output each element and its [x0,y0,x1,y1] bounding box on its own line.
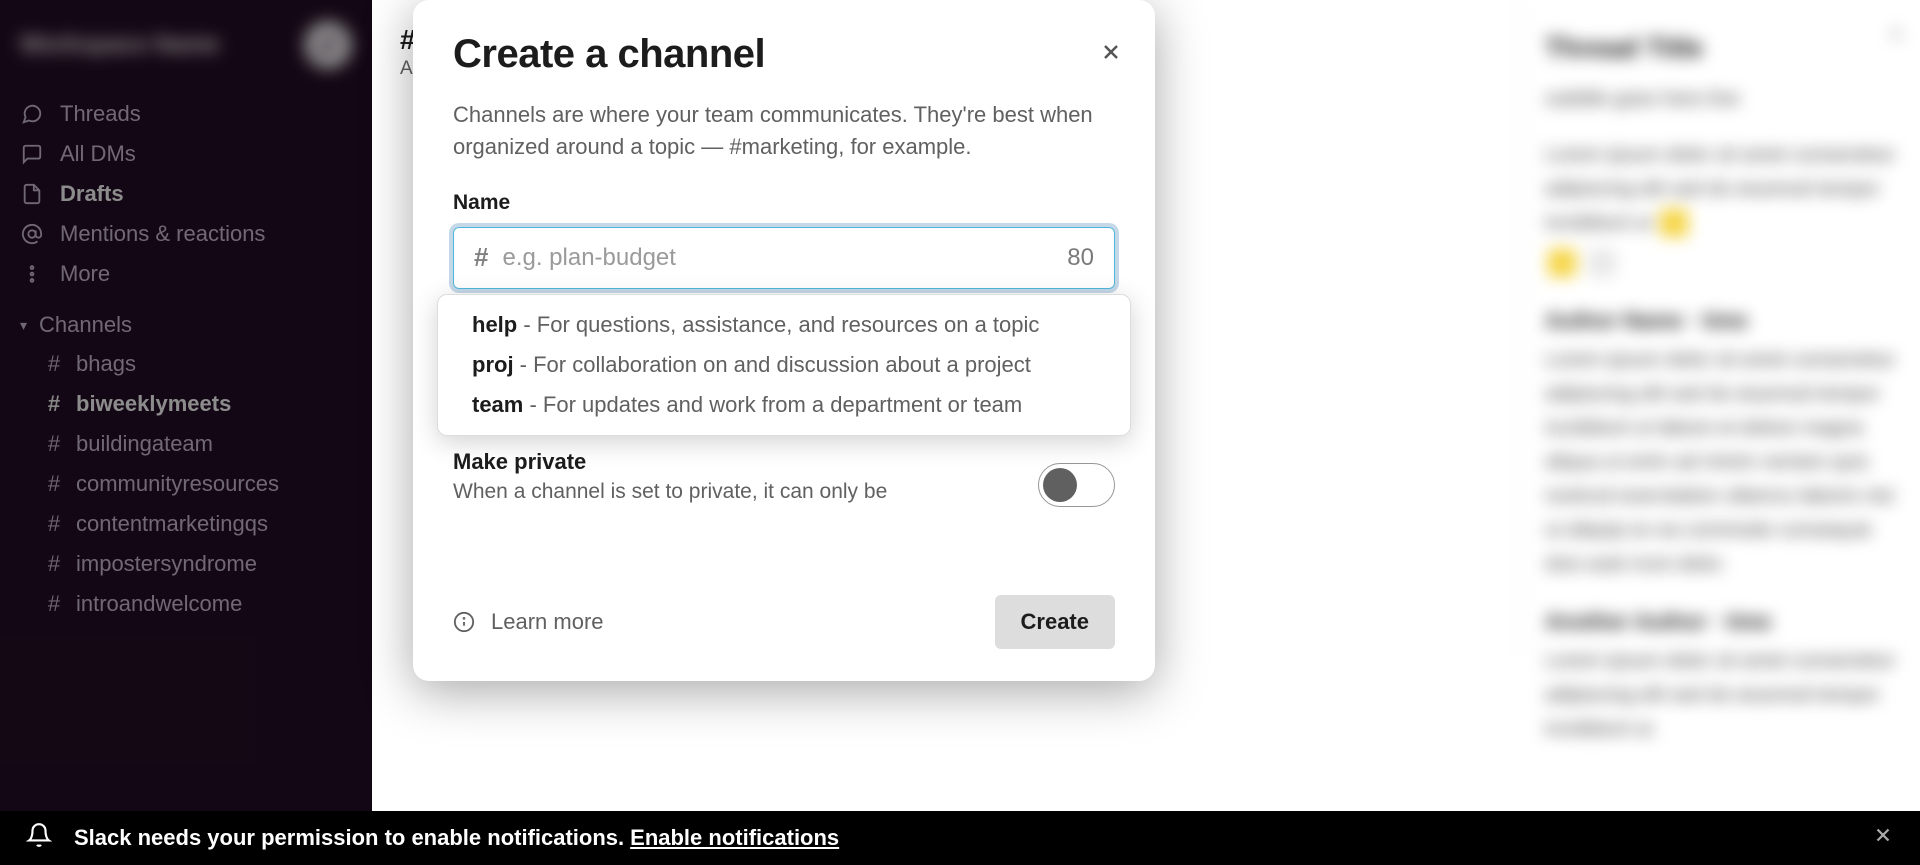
sidebar-channel-introandwelcome[interactable]: # introandwelcome [0,584,372,624]
nav-mentions-label: Mentions & reactions [60,221,265,247]
channel-label: impostersyndrome [76,551,257,577]
add-reaction-icon[interactable] [1588,249,1616,277]
modal-close-button[interactable] [1095,36,1127,68]
bell-icon [26,822,52,854]
enable-notifications-link[interactable]: Enable notifications [630,825,839,851]
hash-icon: # [474,242,488,273]
emoji-reaction-icon[interactable] [1548,249,1576,277]
emoji-icon [1660,209,1688,237]
name-field-label: Name [453,191,1115,215]
threads-icon [20,102,44,126]
hash-icon: # [46,351,62,377]
rp-text-2: Lorem ipsum dolor sit amet consectetur a… [1545,343,1896,581]
channel-label: communityresources [76,471,279,497]
close-icon [1872,824,1894,846]
sidebar-channel-communityresources[interactable]: # communityresources [0,464,372,504]
rp-author-1: Author Name · time [1545,302,1896,339]
modal-description: Channels are where your team communicate… [453,99,1115,163]
channel-label: contentmarketingqs [76,511,268,537]
name-field: Name # 80 help - For questions, assistan… [453,191,1115,289]
suggestion-key: proj [472,352,514,377]
notification-bar: Slack needs your permission to enable no… [0,811,1920,865]
hash-icon: # [46,511,62,537]
nav-all-dms-label: All DMs [60,141,136,167]
modal-title: Create a channel [453,32,1115,77]
caret-down-icon: ▾ [20,317,27,334]
make-private-toggle[interactable] [1038,463,1115,507]
rp-text-1: Lorem ipsum dolor sit amet consectetur a… [1545,138,1896,240]
right-panel-close[interactable]: × [1890,18,1902,52]
suggestion-team[interactable]: team - For updates and work from a depar… [438,385,1130,425]
more-icon [20,262,44,286]
nav-section: Threads All DMs Drafts Mentions & reacti… [0,90,372,302]
notification-close-button[interactable] [1872,824,1894,852]
suggestion-desc: - For questions, assistance, and resourc… [517,312,1039,337]
channel-label: biweeklymeets [76,391,231,417]
sidebar-channel-impostersyndrome[interactable]: # impostersyndrome [0,544,372,584]
compose-button[interactable] [304,21,352,69]
suggestion-desc: - For collaboration on and discussion ab… [514,352,1031,377]
workspace-header[interactable]: Workspace Name [0,0,372,90]
name-suggestions-dropdown: help - For questions, assistance, and re… [437,294,1131,436]
name-input-container[interactable]: # 80 help - For questions, assistance, a… [453,227,1115,289]
learn-more-link[interactable]: Learn more [453,609,604,635]
learn-more-label: Learn more [491,609,604,635]
make-private-subtitle: When a channel is set to private, it can… [453,477,1018,506]
right-panel-title: Thread Title [1545,24,1896,72]
channels-header-label: Channels [39,312,132,338]
channel-name-input[interactable] [502,244,1055,272]
sidebar-channel-buildingateam[interactable]: # buildingateam [0,424,372,464]
channel-label: introandwelcome [76,591,242,617]
nav-all-dms[interactable]: All DMs [0,134,372,174]
nav-drafts[interactable]: Drafts [0,174,372,214]
workspace-name[interactable]: Workspace Name [20,31,304,59]
nav-drafts-label: Drafts [60,181,124,207]
notification-text: Slack needs your permission to enable no… [74,825,624,851]
nav-more[interactable]: More [0,254,372,294]
name-char-counter: 80 [1067,244,1094,272]
channel-label: bhags [76,351,136,377]
info-icon [453,611,475,633]
hash-icon: # [46,591,62,617]
make-private-title: Make private [453,449,1018,475]
sidebar-channel-contentmarketingqs[interactable]: # contentmarketingqs [0,504,372,544]
rp-author-2: Another Author · time [1545,603,1896,640]
dms-icon [20,142,44,166]
suggestion-key: help [472,312,517,337]
drafts-icon [20,182,44,206]
right-panel: × Thread Title subtitle goes here line L… [1520,0,1920,657]
nav-mentions[interactable]: Mentions & reactions [0,214,372,254]
nav-threads-label: Threads [60,101,141,127]
mentions-icon [20,222,44,246]
channel-list: # bhags # biweeklymeets # buildingateam # commu… [0,344,372,624]
sidebar-channel-bhags[interactable]: # bhags [0,344,372,384]
right-panel-subtitle: subtitle goes here line [1545,82,1896,116]
hash-icon: # [46,431,62,457]
channel-label: buildingateam [76,431,213,457]
nav-more-label: More [60,261,110,287]
suggestion-key: team [472,392,523,417]
make-private-row: Make private When a channel is set to pr… [453,449,1115,507]
modal-footer: Learn more Create [413,562,1155,681]
rp-text-3: Lorem ipsum dolor sit amet consectetur a… [1545,644,1896,746]
close-icon [1099,40,1123,64]
suggestion-proj[interactable]: proj - For collaboration on and discussi… [438,345,1130,385]
channels-section-header[interactable]: ▾ Channels [0,302,372,344]
hash-icon: # [46,471,62,497]
nav-threads[interactable]: Threads [0,94,372,134]
compose-icon [316,33,340,57]
sidebar-channel-biweeklymeets[interactable]: # biweeklymeets [0,384,372,424]
create-button[interactable]: Create [995,595,1115,649]
suggestion-desc: - For updates and work from a department… [523,392,1022,417]
hash-icon: # [46,391,62,417]
toggle-knob [1043,468,1077,502]
suggestion-help[interactable]: help - For questions, assistance, and re… [438,305,1130,345]
hash-icon: # [46,551,62,577]
create-channel-modal: Create a channel Channels are where your… [413,0,1155,681]
sidebar: Workspace Name Threads All DMs Drafts Me… [0,0,372,865]
